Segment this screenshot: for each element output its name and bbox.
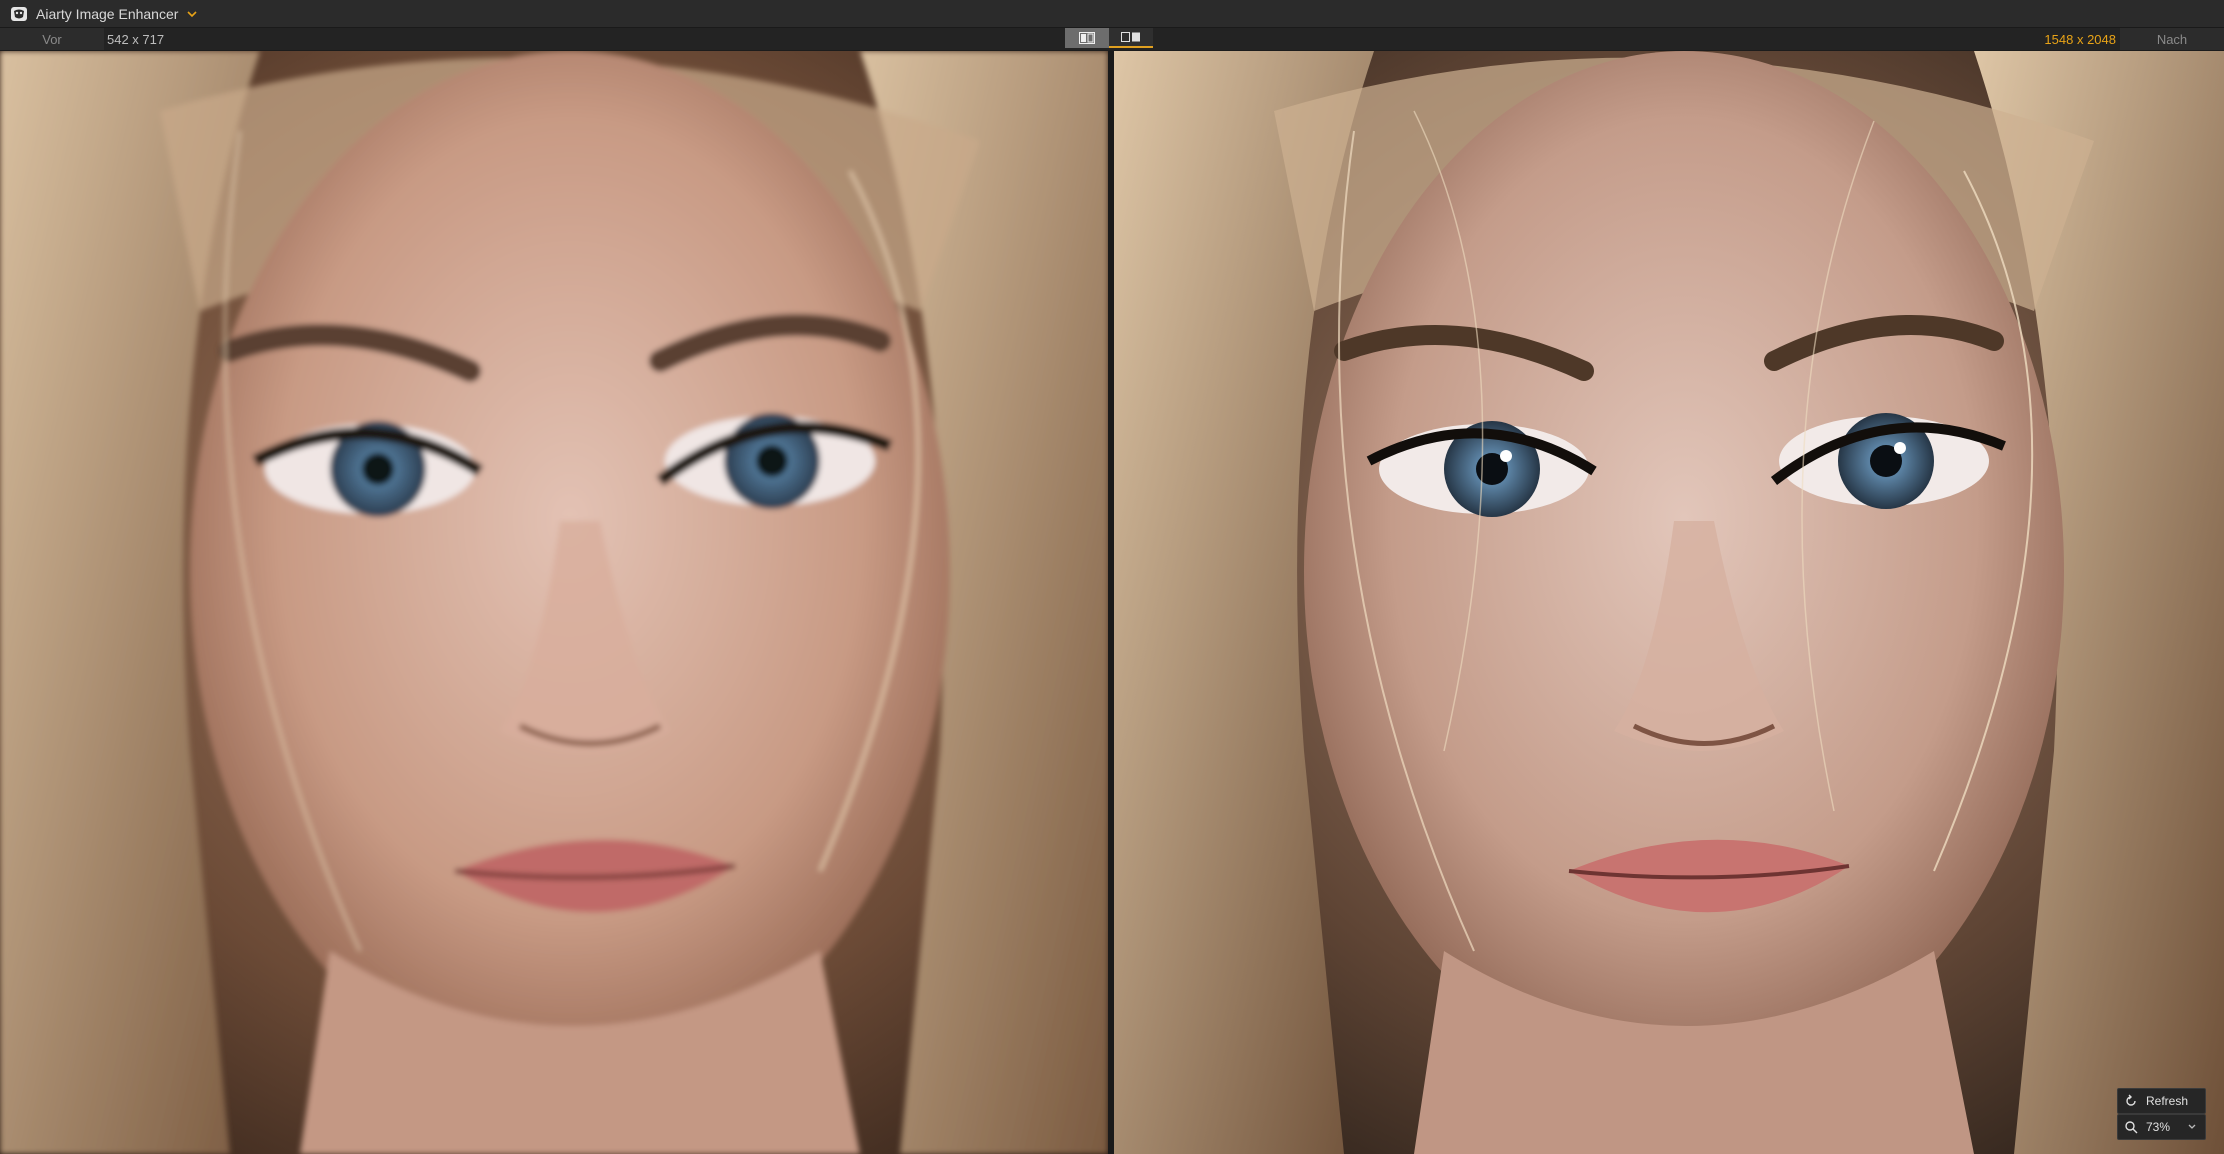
compare-toolbar: Vor 542 x 717 1548 x 2048 Nach: [0, 28, 2224, 50]
zoom-icon: [2124, 1120, 2138, 1134]
before-portrait-image: [0, 51, 1108, 1154]
split-compare-icon: [1121, 32, 1140, 42]
after-resolution: 1548 x 2048: [2044, 31, 2116, 47]
aiarty-logo-icon: [11, 6, 27, 21]
title-bar: Aiarty Image Enhancer: [0, 0, 2224, 28]
chevron-down-icon[interactable]: [186, 8, 198, 20]
before-image-pane[interactable]: [0, 51, 1108, 1154]
before-resolution: 542 x 717: [107, 31, 165, 47]
app-title[interactable]: Aiarty Image Enhancer: [36, 6, 178, 22]
refresh-label: Refresh: [2146, 1094, 2189, 1108]
zoom-value: 73%: [2146, 1120, 2171, 1134]
zoom-selector[interactable]: 73%: [2117, 1114, 2206, 1140]
side-by-side-view-button[interactable]: [1065, 28, 1109, 48]
view-mode-toggle: [1065, 28, 1153, 50]
chevron-down-icon[interactable]: [2187, 1122, 2197, 1132]
split-compare-view-button[interactable]: [1109, 28, 1153, 48]
refresh-button[interactable]: Refresh: [2117, 1088, 2206, 1114]
after-portrait-image: [1114, 51, 2224, 1154]
after-image-pane[interactable]: [1114, 51, 2224, 1154]
after-label: Nach: [2120, 28, 2224, 50]
side-by-side-icon: [1079, 32, 1095, 44]
refresh-icon: [2126, 1094, 2136, 1106]
before-label: Vor: [0, 28, 104, 50]
